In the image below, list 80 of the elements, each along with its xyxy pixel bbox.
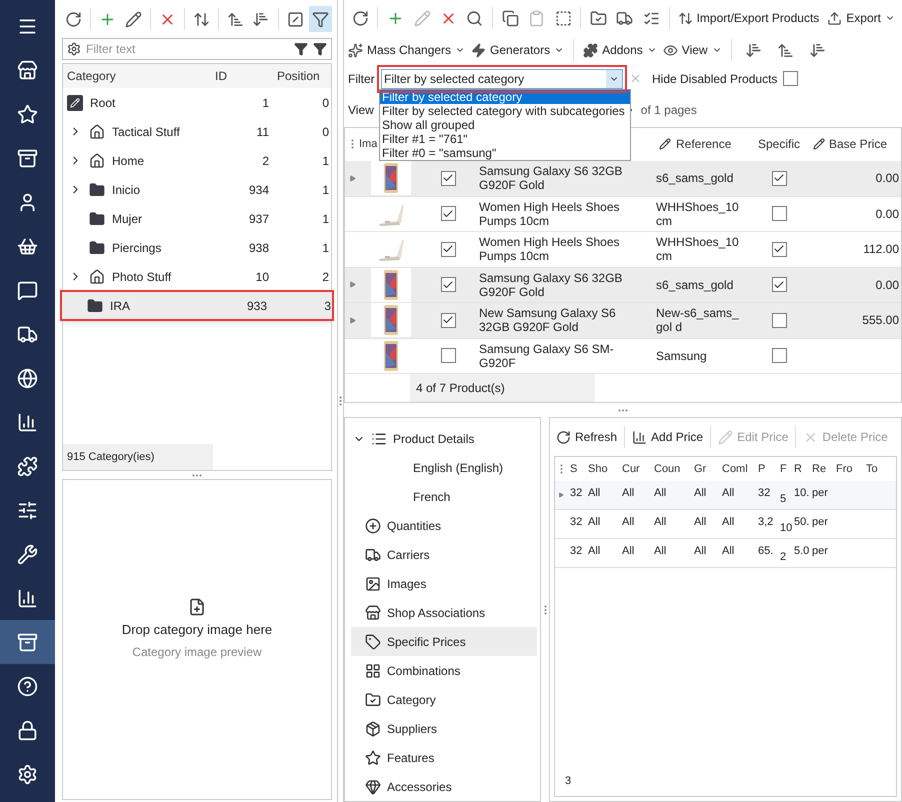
category-id: 10	[254, 268, 269, 286]
table-cell-text: All	[693, 486, 708, 501]
table-cell-text: 10	[779, 520, 791, 536]
product-count: 4 of 7 Product(s)	[410, 374, 595, 402]
product-reference: WHHShoes_10cm	[655, 235, 740, 264]
view-label: View	[348, 102, 374, 120]
table-cell-text: 32	[757, 486, 772, 501]
category-name: Root	[90, 94, 116, 112]
product-name: New Samsung Galaxy S6 32GB G920F Gold	[478, 306, 617, 334]
category-id: 2	[261, 152, 269, 170]
base-price: 0.00	[874, 206, 900, 223]
table-cell-text: All	[693, 515, 708, 530]
table-cell-text: All	[621, 544, 636, 559]
table-cell-text: per	[811, 544, 829, 559]
category-position: 0	[321, 124, 330, 140]
product-reference: s6_sams_gold	[655, 278, 734, 292]
table-cell-text: All	[653, 486, 668, 501]
category-name: Mujer	[112, 210, 142, 228]
page-count: of 1 pages	[640, 102, 697, 120]
table-cell-text: All	[653, 515, 668, 530]
category-position: 1	[321, 210, 330, 228]
table-cell-text: 32	[569, 515, 584, 530]
category-position: 1	[321, 152, 330, 170]
product-reference: Samsung	[655, 348, 708, 363]
category-id: 937	[248, 210, 269, 228]
table-cell-text: 65.	[757, 544, 774, 559]
product-name: Samsung Galaxy S6 32GB G920F Gold	[478, 164, 624, 192]
filter-label: Filter	[348, 70, 376, 88]
category-name: Piercings	[112, 240, 162, 256]
category-id: 938	[248, 240, 269, 256]
table-cell-text: All	[587, 544, 602, 559]
category-name: Home	[112, 152, 144, 170]
table-cell-text: 32	[569, 544, 584, 559]
drop-hint: Drop category image here	[122, 620, 272, 639]
category-position: 1	[321, 240, 330, 256]
category-id: 933	[246, 298, 267, 314]
category-position: 1	[321, 182, 330, 198]
product-name: Samsung Galaxy S6 32GB G920F Gold	[478, 270, 624, 299]
table-cell-text: All	[653, 544, 668, 559]
table-cell-text: per	[811, 515, 829, 530]
table-cell-text: All	[721, 486, 736, 501]
table-cell-text: All	[587, 515, 602, 530]
table-cell-text: 32	[569, 486, 584, 501]
table-cell-text: 10.	[793, 486, 809, 501]
table-cell-text: 3,2	[757, 515, 774, 530]
table-cell-text: All	[721, 544, 736, 559]
table-cell-text: All	[621, 486, 636, 501]
product-reference: s6_sams_gold	[655, 171, 734, 186]
category-id: 11	[256, 124, 269, 140]
table-cell-text: All	[621, 515, 636, 530]
table-cell-text: All	[693, 544, 708, 559]
table-cell-text: 5	[779, 492, 788, 506]
table-cell-text: All	[587, 486, 602, 501]
table-cell-text: 5.0	[793, 544, 809, 559]
category-name: IRA	[110, 298, 130, 314]
category-count: 915 Category(ies)	[63, 444, 213, 470]
base-price: 0.00	[874, 276, 900, 294]
category-id: 1	[261, 94, 269, 112]
product-name: Samsung Galaxy S6 SM-G920F	[478, 342, 615, 370]
preview-hint: Category image preview	[132, 644, 262, 662]
product-name: Women High Heels Shoes Pumps 10cm	[478, 200, 621, 228]
table-cell-text: 2	[779, 550, 788, 564]
category-position: 2	[321, 268, 330, 286]
category-name: Tactical Stuff	[112, 124, 180, 140]
category-name: Inicio	[112, 182, 140, 198]
price-count: 3	[565, 774, 572, 789]
base-price: 555.00	[861, 312, 900, 330]
product-reference: WHHShoes_10cm	[655, 200, 740, 228]
category-position: 0	[321, 94, 330, 112]
table-cell-text: All	[721, 515, 736, 530]
category-id: 934	[248, 182, 269, 198]
table-cell-text: per	[811, 486, 829, 501]
product-reference: New-s6_sams_gol d	[655, 306, 740, 334]
hide-disabled-label: Hide Disabled Products	[652, 70, 778, 88]
product-name: Women High Heels Shoes Pumps 10cm	[478, 235, 621, 264]
base-price: 0.00	[874, 170, 900, 188]
category-name: Photo Stuff	[112, 268, 172, 286]
table-cell-text: 50.	[793, 515, 809, 530]
base-price: 112.00	[862, 241, 900, 258]
category-position: 3	[323, 298, 332, 314]
